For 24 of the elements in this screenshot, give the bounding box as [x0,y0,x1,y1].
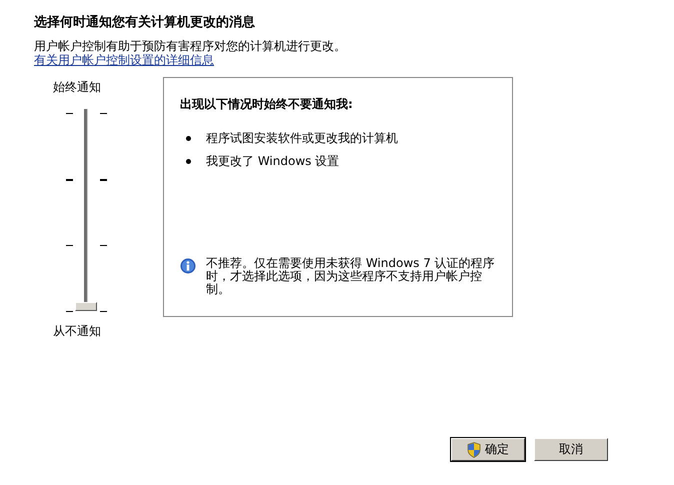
tick-mark [100,179,107,181]
bullet-text: 程序试图安装软件或更改我的计算机 [206,130,398,146]
tick-mark [100,311,107,312]
panel-title: 出现以下情况时始终不要通知我: [180,96,354,113]
tick-mark [100,113,107,114]
tick-mark [100,245,107,246]
help-link[interactable]: 有关用户帐户控制设置的详细信息 [34,54,214,67]
cancel-button[interactable]: 取消 [534,438,608,461]
description-text: 用户帐户控制有助于预防有害程序对您的计算机进行更改。 [34,39,347,53]
shield-icon [467,442,481,458]
slider-label: 始终通知 [53,79,102,95]
page-heading: 选择何时通知您有关计算机更改的消息 [34,14,256,32]
info-icon [180,258,196,274]
slider-thumb[interactable] [75,302,97,311]
bullet-icon [186,158,191,164]
bullet-icon [186,136,191,140]
ok-button[interactable]: 确定 [451,438,525,461]
note-text: 不推荐。仅在需要使用未获得 Windows 7 认证的程序时，才选择此选项，因为这些程序不支持用户帐户控制。 [206,257,496,296]
tick-mark [66,245,73,246]
bullet-text: 我更改了 Windows 设置 [206,152,340,170]
tick-mark [66,179,73,181]
tick-mark [66,311,73,312]
slider-label: 从不通知 [53,323,102,339]
tick-mark [66,113,73,114]
